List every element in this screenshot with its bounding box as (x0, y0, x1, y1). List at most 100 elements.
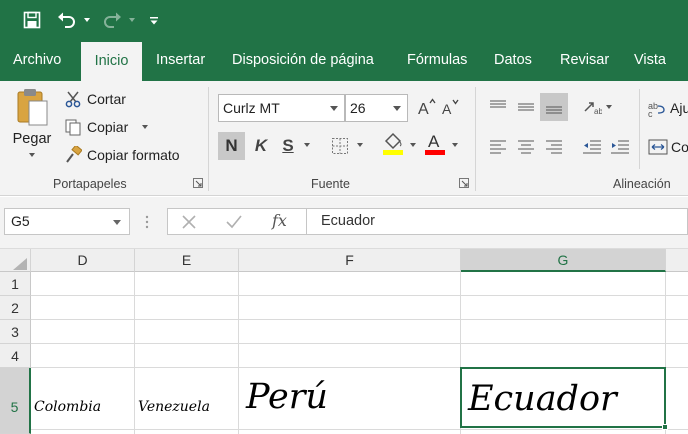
insert-function-button[interactable]: fx (272, 211, 287, 230)
cell-d5[interactable]: Colombia (34, 399, 101, 415)
italic-button[interactable]: K (248, 133, 274, 159)
underline-button[interactable]: S (275, 133, 301, 159)
select-all-triangle-icon (13, 258, 27, 270)
copy-dropdown-icon[interactable] (142, 125, 149, 129)
column-header-g[interactable]: G (461, 249, 666, 272)
cell-e5[interactable]: Venezuela (138, 399, 210, 415)
orientation-dropdown-icon[interactable] (606, 105, 612, 109)
borders-icon (332, 138, 348, 154)
decrease-indent-icon (583, 140, 601, 154)
increase-indent-button[interactable] (606, 132, 634, 160)
column-header-h[interactable] (666, 249, 688, 272)
underline-dropdown-icon[interactable] (304, 143, 310, 147)
select-all-button[interactable] (0, 249, 31, 272)
column-header-e[interactable]: E (135, 249, 239, 272)
cut-button[interactable]: Cortar (64, 88, 126, 110)
svg-text:ab: ab (594, 107, 602, 115)
font-size-dropdown-icon[interactable] (393, 106, 401, 111)
redo-icon (100, 8, 124, 32)
decrease-font-size-button[interactable]: A (437, 94, 463, 120)
row-header-4[interactable]: 4 (0, 344, 31, 368)
align-top-button[interactable] (484, 93, 512, 121)
font-color-dropdown-icon[interactable] (452, 143, 458, 147)
tab-revisar[interactable]: Revisar (560, 40, 609, 81)
align-center-button[interactable] (512, 132, 540, 160)
font-color-button[interactable]: A (422, 131, 448, 157)
enter-check-icon[interactable] (226, 215, 242, 229)
increase-indent-icon (611, 140, 629, 154)
copy-icon (65, 119, 81, 136)
quick-access-toolbar (0, 0, 688, 40)
undo-icon[interactable] (55, 8, 79, 32)
row-header-1[interactable]: 1 (0, 272, 31, 296)
paint-bucket-icon (383, 132, 403, 155)
tab-insertar[interactable]: Insertar (156, 40, 205, 81)
fill-handle[interactable] (662, 424, 668, 430)
fill-color-button[interactable] (380, 131, 406, 157)
undo-dropdown-icon[interactable] (82, 8, 92, 32)
format-painter-label: Copiar formato (87, 147, 180, 163)
orientation-button[interactable]: ab (580, 93, 604, 121)
row-header-3[interactable]: 3 (0, 320, 31, 344)
cut-label: Cortar (87, 91, 126, 107)
merge-center-icon (648, 139, 668, 155)
format-painter-icon (66, 146, 82, 163)
tab-datos[interactable]: Datos (494, 40, 532, 81)
tab-archivo[interactable]: Archivo (13, 40, 61, 81)
save-icon[interactable] (20, 8, 44, 32)
align-middle-button[interactable] (512, 93, 540, 121)
borders-button[interactable] (327, 133, 353, 159)
formula-input[interactable]: Ecuador (307, 208, 688, 235)
merge-center-button[interactable]: Co (648, 136, 688, 158)
wrap-text-label: Aju (670, 100, 688, 116)
formula-bar-splitter-icon[interactable] (144, 214, 150, 230)
font-name-value: Curlz MT (223, 100, 280, 116)
decrease-indent-button[interactable] (578, 132, 606, 160)
format-painter-button[interactable]: Copiar formato (64, 144, 180, 166)
wrap-text-icon: abc (648, 101, 665, 117)
increase-font-icon: A (418, 98, 436, 116)
paste-label: Pegar (12, 131, 52, 147)
paste-icon (17, 89, 48, 126)
clipboard-group-label: Portapapeles (53, 177, 127, 191)
font-name-combo[interactable]: Curlz MT (218, 94, 345, 122)
column-header-d[interactable]: D (31, 249, 135, 272)
copy-button[interactable]: Copiar (64, 116, 149, 138)
alignment-group-label: Alineación (613, 177, 671, 191)
fill-color-dropdown-icon[interactable] (410, 143, 416, 147)
row-header-2[interactable]: 2 (0, 296, 31, 320)
name-box[interactable]: G5 (4, 208, 130, 235)
scissors-icon (65, 91, 81, 108)
borders-dropdown-icon[interactable] (357, 143, 363, 147)
clipboard-dialog-launcher-icon[interactable] (193, 178, 203, 188)
paste-dropdown-icon[interactable] (29, 153, 35, 157)
font-size-value: 26 (350, 100, 366, 116)
cancel-icon[interactable] (182, 215, 196, 229)
paste-button[interactable]: Pegar (8, 87, 56, 167)
orientation-icon: ab (584, 102, 602, 115)
font-size-combo[interactable]: 26 (345, 94, 408, 122)
align-left-button[interactable] (484, 132, 512, 160)
tab-vista[interactable]: Vista (634, 40, 666, 81)
wrap-text-button[interactable]: ab c Aju (648, 97, 688, 119)
name-box-dropdown-icon[interactable] (113, 220, 121, 225)
formula-bar: G5 fx Ecuador (0, 197, 688, 249)
font-name-dropdown-icon[interactable] (330, 106, 338, 111)
cell-f5[interactable]: Perú (246, 377, 328, 417)
align-right-icon (546, 140, 562, 154)
align-center-icon (518, 140, 534, 154)
align-bottom-button[interactable] (540, 93, 568, 121)
font-color-icon: A (425, 132, 445, 155)
tab-formulas[interactable]: Fórmulas (407, 40, 467, 81)
worksheet-grid: D E F G 1 2 3 4 5 Colombia Venezuela Per… (0, 249, 688, 434)
gridline (31, 319, 688, 320)
bold-button[interactable]: N (218, 132, 245, 160)
tab-disposicion-de-pagina[interactable]: Disposición de página (232, 40, 374, 81)
font-dialog-launcher-icon[interactable] (459, 178, 469, 188)
tab-inicio[interactable]: Inicio (81, 42, 142, 81)
customize-qat-icon[interactable] (148, 8, 160, 32)
increase-font-size-button[interactable]: A (413, 94, 439, 120)
align-right-button[interactable] (540, 132, 568, 160)
row-header-5[interactable]: 5 (0, 368, 31, 434)
column-header-f[interactable]: F (239, 249, 461, 272)
